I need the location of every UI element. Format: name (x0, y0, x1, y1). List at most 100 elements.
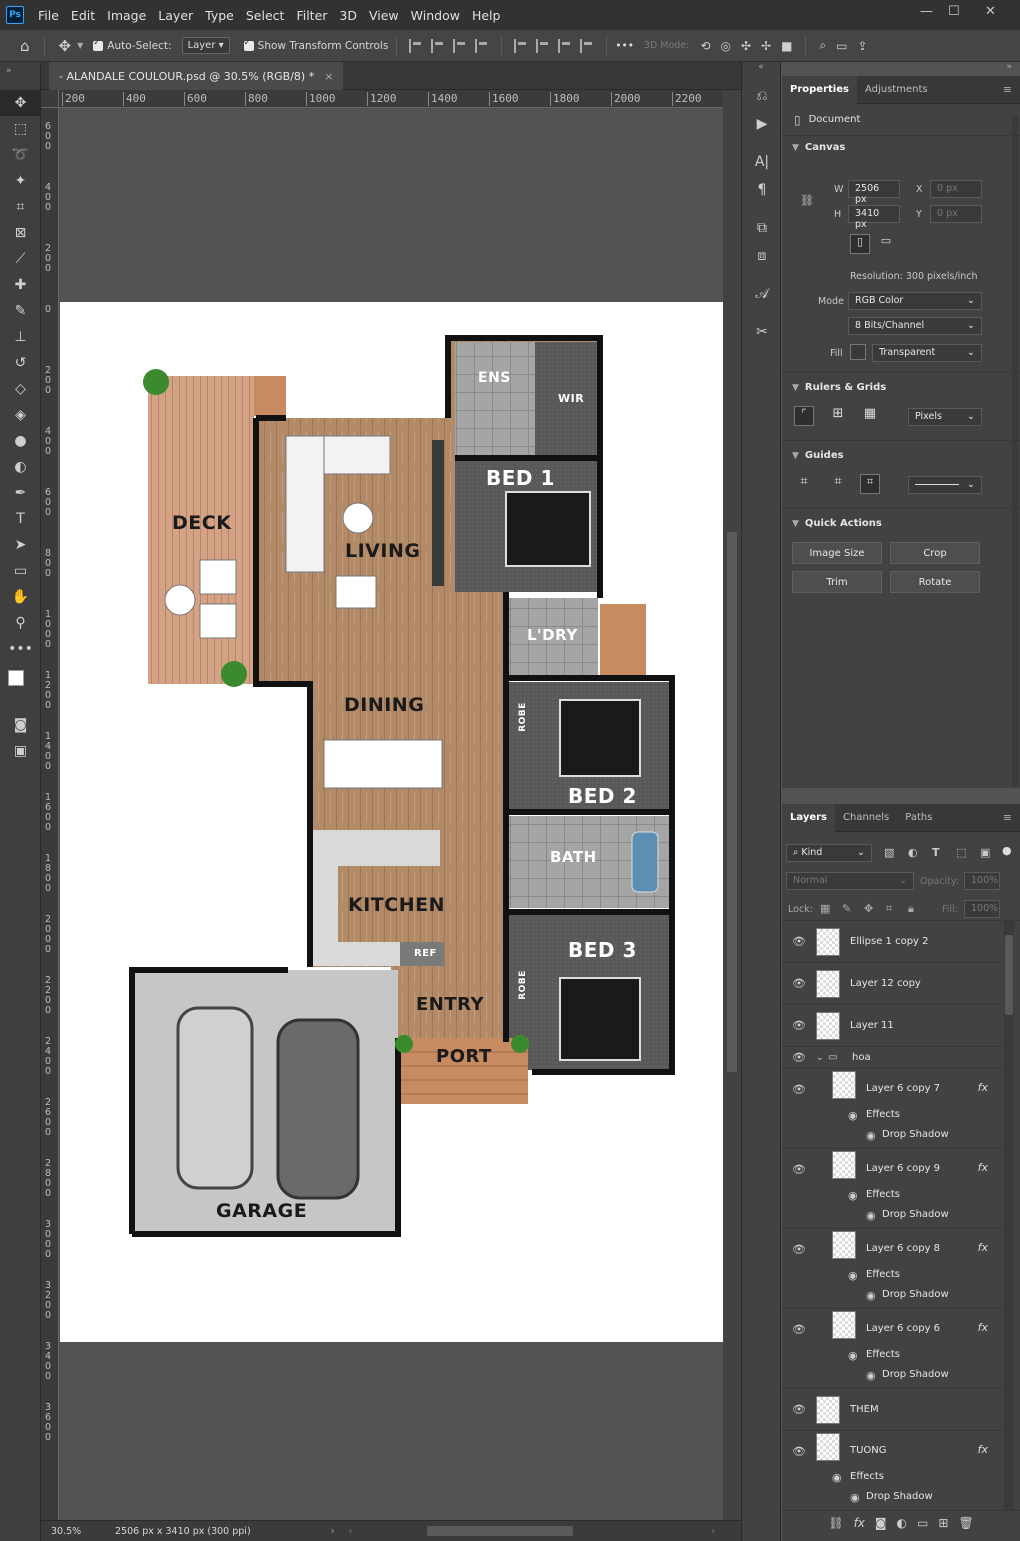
brush-tool-icon[interactable]: ✎ (0, 298, 41, 324)
minimize-button[interactable]: — (920, 4, 933, 19)
actions-panel-icon[interactable]: ▶ (742, 110, 782, 138)
drop-shadow-eye-icon[interactable]: ◉ (866, 1369, 876, 1382)
screen-mode-icon[interactable]: ▣ (0, 738, 41, 764)
align-right-icon[interactable] (453, 38, 467, 53)
visibility-eye-icon[interactable]: 👁︎ (792, 935, 806, 948)
properties-scrollbar[interactable] (1012, 116, 1018, 786)
height-field[interactable]: 3410 px (848, 205, 900, 230)
collapse-toolbar-icon[interactable]: » (0, 62, 40, 90)
layer-row[interactable]: 👁︎ Layer 6 copy 8 fx ◉ Effects ◉ Drop Sh… (782, 1229, 1002, 1309)
lock-all-icon[interactable]: 🔒︎ (908, 902, 914, 916)
fill-dropdown[interactable]: Transparent ⌄ (872, 344, 982, 362)
move-tool-icon[interactable]: ✥ (0, 90, 41, 116)
add-style-icon[interactable]: fx (854, 1516, 865, 1530)
frame-tool-icon[interactable]: ⊠ (0, 220, 41, 246)
blend-mode-dropdown[interactable]: Normal ⌄ (786, 872, 914, 890)
visibility-eye-icon[interactable]: 👁︎ (792, 1163, 806, 1176)
collapse-dock-icon[interactable]: » (782, 62, 1020, 76)
fx-badge[interactable]: fx (978, 1241, 988, 1254)
menu-image[interactable]: Image (101, 8, 152, 23)
trim-button[interactable]: Trim (792, 571, 882, 593)
new-layer-icon[interactable]: ⊞ (938, 1516, 948, 1530)
auto-select-dropdown[interactable]: Layer ▾ (181, 37, 230, 54)
link-dimensions-icon[interactable]: ⛓ (800, 194, 814, 207)
layer-row[interactable]: 👁︎ Layer 6 copy 9 fx ◉ Effects ◉ Drop Sh… (782, 1149, 1002, 1229)
visibility-eye-icon[interactable]: 👁︎ (792, 1243, 806, 1256)
canvas-section-head[interactable]: ▼ Canvas (782, 136, 1020, 159)
crop-tool-icon[interactable]: ⌗ (0, 194, 41, 220)
pen-tool-icon[interactable]: ✒ (0, 480, 41, 506)
status-menu-arrow[interactable]: › (331, 1526, 335, 1537)
visibility-eye-icon[interactable]: 👁︎ (792, 1403, 806, 1416)
link-layers-icon[interactable]: ⛓ (828, 1516, 843, 1530)
horizontal-scrollbar-thumb[interactable] (427, 1526, 573, 1536)
lock-transparency-icon[interactable]: ▦ (820, 902, 830, 915)
drop-shadow-eye-icon[interactable]: ◉ (866, 1289, 876, 1302)
quick-mask-icon[interactable]: ◙ (0, 712, 41, 738)
scroll-left-arrow[interactable]: ‹ (348, 1526, 352, 1537)
chevron-down-icon[interactable]: ▼ (77, 41, 83, 50)
history-brush-icon[interactable]: ↺ (0, 350, 41, 376)
effects-eye-icon[interactable]: ◉ (848, 1109, 858, 1122)
visibility-eye-icon[interactable]: 👁︎ (792, 1445, 806, 1458)
share-icon[interactable]: ⇪ (857, 39, 867, 53)
landscape-orientation-icon[interactable]: ▭ (876, 234, 896, 254)
paint-bucket-icon[interactable]: ◈ (0, 402, 41, 428)
guide-style-dropdown[interactable]: ⌄ (908, 476, 982, 494)
guides-section-head[interactable]: ▼ Guides (782, 444, 854, 467)
ruler-origin[interactable] (41, 90, 59, 108)
expand-panels-icon[interactable]: « (742, 62, 780, 82)
blur-tool-icon[interactable]: ● (0, 428, 41, 454)
home-icon[interactable]: ⌂ (20, 37, 30, 55)
mode-dropdown[interactable]: RGB Color ⌄ (848, 292, 982, 310)
effects-eye-icon[interactable]: ◉ (848, 1349, 858, 1362)
adjustment-layer-icon[interactable]: ◐ (897, 1516, 907, 1530)
ruler-toggle-icon[interactable]: ⌜ (794, 406, 814, 426)
rulers-grids-section-head[interactable]: ▼ Rulers & Grids (782, 376, 896, 399)
group-expand-icon[interactable]: ⌄ (816, 1053, 824, 1063)
lock-position-icon[interactable]: ✥ (864, 902, 873, 915)
fx-badge[interactable]: fx (978, 1081, 988, 1094)
filter-type-icon[interactable]: T (932, 846, 940, 859)
fx-badge[interactable]: fx (978, 1443, 988, 1456)
delete-layer-icon[interactable]: 🗑︎ (958, 1516, 973, 1530)
auto-select-checkbox[interactable] (93, 38, 104, 51)
menu-select[interactable]: Select (240, 8, 291, 23)
transform-controls-checkbox[interactable] (243, 38, 254, 51)
guides-toggle-icon[interactable]: ⌗ (794, 474, 814, 494)
lasso-tool-icon[interactable]: ➰ (0, 142, 41, 168)
menu-view[interactable]: View (363, 8, 405, 23)
drop-shadow-eye-icon[interactable]: ◉ (866, 1209, 876, 1222)
menu-edit[interactable]: Edit (65, 8, 101, 23)
fx-badge[interactable]: fx (978, 1161, 988, 1174)
foreground-color[interactable] (8, 670, 24, 686)
paragraph-styles-icon[interactable]: ⧉ (742, 214, 782, 242)
3d-roll-icon[interactable]: ◎ (720, 39, 730, 53)
layer-row[interactable]: 👁︎ Layer 11 (782, 1005, 1002, 1047)
edit-toolbar-icon[interactable]: ••• (0, 636, 41, 662)
menu-help[interactable]: Help (466, 8, 507, 23)
grid-toggle-icon[interactable]: ⊞ (828, 406, 848, 426)
zoom-level[interactable]: 30.5% (41, 1526, 101, 1537)
drop-shadow-eye-icon[interactable]: ◉ (850, 1491, 860, 1504)
vertical-scrollbar[interactable] (723, 90, 741, 1520)
spot-healing-icon[interactable]: ✚ (0, 272, 41, 298)
menu-layer[interactable]: Layer (152, 8, 199, 23)
visibility-eye-icon[interactable]: 👁︎ (792, 977, 806, 990)
effects-eye-icon[interactable]: ◉ (832, 1471, 842, 1484)
quick-actions-section-head[interactable]: ▼ Quick Actions (782, 512, 892, 535)
layer-row[interactable]: 👁︎ Layer 12 copy (782, 963, 1002, 1005)
distribute-vertical-icon[interactable] (580, 38, 594, 53)
lock-image-icon[interactable]: ✎ (842, 902, 851, 915)
layer-row[interactable]: 👁︎ Ellipse 1 copy 2 (782, 921, 1002, 963)
filter-shape-icon[interactable]: ⬚ (956, 846, 966, 859)
maximize-button[interactable]: ☐ (948, 4, 960, 19)
effects-eye-icon[interactable]: ◉ (848, 1189, 858, 1202)
fx-badge[interactable]: fx (978, 1321, 988, 1334)
tab-paths[interactable]: Paths (897, 804, 940, 832)
document-tab[interactable]: - ALANDALE COULOUR.psd @ 30.5% (RGB/8) *… (49, 62, 344, 90)
clone-stamp-icon[interactable]: ⊥ (0, 324, 41, 350)
hand-tool-icon[interactable]: ✋ (0, 584, 41, 610)
tool-presets-icon[interactable]: ✂ (742, 318, 782, 346)
more-options-button[interactable]: ••• (615, 40, 634, 52)
